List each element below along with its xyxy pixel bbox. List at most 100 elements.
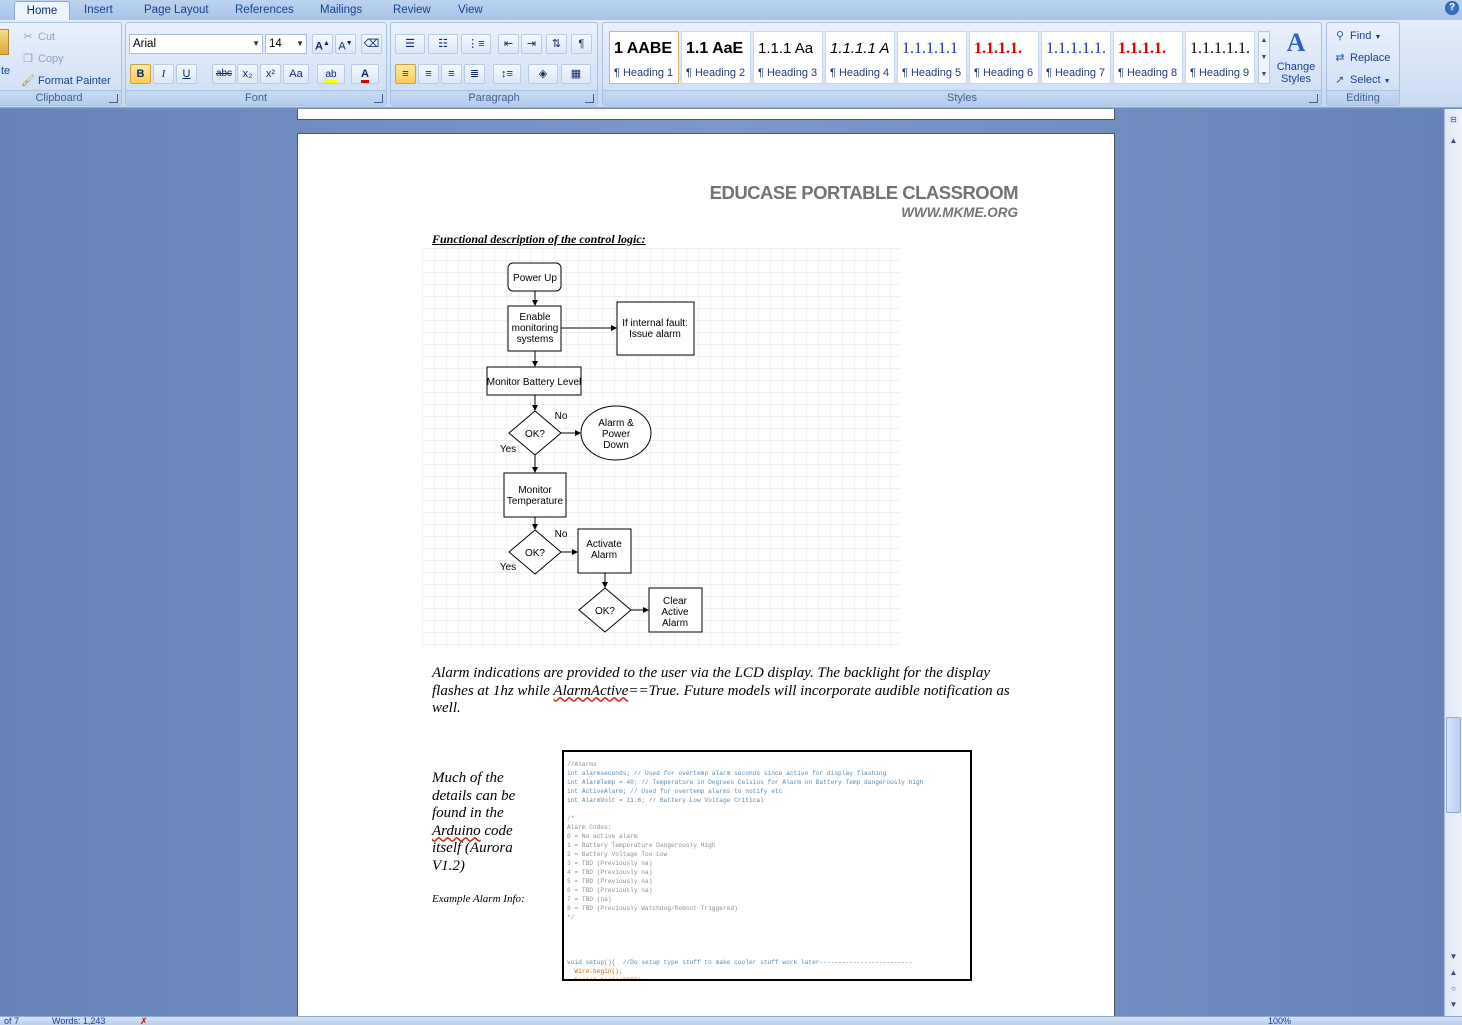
monitor-temp-line1: Monitor	[518, 485, 552, 496]
font-size-combo[interactable]: 14 ▼	[265, 34, 307, 54]
word-count[interactable]: Words: 1,243	[52, 1017, 105, 1025]
styles-group-label: Styles	[603, 90, 1321, 105]
format-painter-button[interactable]: 🖌 Format Painter	[21, 74, 111, 87]
scissors-icon: ✂	[23, 31, 33, 43]
tab-view[interactable]: View	[452, 1, 489, 20]
tab-home[interactable]: Home	[14, 1, 70, 20]
help-icon[interactable]: ?	[1445, 1, 1459, 15]
chevron-down-icon: ▼	[296, 39, 304, 48]
find-button[interactable]: ⚲ Find ▼	[1333, 29, 1381, 42]
style-heading-9[interactable]: 1.1.1.1.1. ¶ Heading 9	[1185, 31, 1255, 84]
ruler-toggle-icon[interactable]: ⊟	[1446, 113, 1461, 127]
decrease-indent-button[interactable]: ⇤	[498, 34, 519, 54]
scroll-down-arrow-icon[interactable]: ▼	[1446, 950, 1461, 964]
increase-indent-button[interactable]: ⇥	[521, 34, 542, 54]
line-spacing-button[interactable]: ↕≡	[493, 64, 521, 84]
style-heading-7[interactable]: 1.1.1.1.1. ¶ Heading 7	[1041, 31, 1111, 84]
replace-button[interactable]: ⇄ Replace	[1333, 51, 1390, 64]
change-styles-label: Change Styles	[1276, 61, 1316, 85]
style-heading-3[interactable]: 1.1.1 Aa ¶ Heading 3	[753, 31, 823, 84]
clipboard-dialog-launcher-icon[interactable]	[109, 94, 118, 103]
superscript-button[interactable]: x²	[260, 64, 281, 84]
style-sample: 1.1.1.1.	[974, 40, 1022, 57]
page-count[interactable]: of 7	[4, 1017, 19, 1025]
styles-dialog-launcher-icon[interactable]	[1309, 94, 1318, 103]
underline-button[interactable]: U	[176, 64, 197, 84]
tab-mailings[interactable]: Mailings	[314, 1, 368, 20]
select-browse-object-icon[interactable]: ○	[1446, 982, 1461, 996]
style-heading-1[interactable]: 1 AABE ¶ Heading 1	[609, 31, 679, 84]
bullets-button[interactable]: ☰	[395, 34, 425, 54]
cut-button[interactable]: ✂ Cut	[21, 30, 55, 43]
align-center-button[interactable]: ≡	[418, 64, 439, 84]
font-color-button[interactable]: A	[351, 64, 379, 84]
borders-button[interactable]: ▦	[561, 64, 591, 84]
change-styles-button[interactable]: A Change Styles	[1275, 25, 1317, 91]
paste-icon[interactable]	[0, 29, 9, 55]
shrink-font-button[interactable]: A▼	[335, 34, 356, 54]
style-sample: 1.1.1.1.1.	[1190, 40, 1250, 57]
code-screenshot[interactable]: //Alarms int alarmseconds; // Used for ov…	[562, 750, 972, 981]
temperature-ok-label: OK?	[525, 548, 545, 559]
highlight-button[interactable]: ab	[317, 64, 345, 84]
font-group: Arial ▼ 14 ▼ A▲ A▼ ⌫ B I U abc x₂ x² Aa ab…	[125, 22, 387, 106]
side-text-1: Much of the details can be found in the	[432, 770, 516, 821]
style-name: ¶ Heading 5	[902, 67, 962, 79]
paragraph-group: ☰ ☷ ⋮≡ ⇤ ⇥ ⇅ ¶ ≡ ≡ ≡ ≣ ↕≡ ◈ ▦ Paragraph	[390, 22, 598, 106]
style-heading-8[interactable]: 1.1.1.1. ¶ Heading 8	[1113, 31, 1183, 84]
document-area[interactable]: EDUCASE PORTABLE CLASSROOM WWW.MKME.ORG …	[0, 109, 1444, 1016]
code-line: //Alarms	[567, 761, 597, 768]
multilevel-list-button[interactable]: ⋮≡	[461, 34, 491, 54]
subscript-button[interactable]: x₂	[237, 64, 258, 84]
style-heading-4[interactable]: 1.1.1.1 A ¶ Heading 4	[825, 31, 895, 84]
tab-insert[interactable]: Insert	[78, 1, 119, 20]
font-family-combo[interactable]: Arial ▼	[129, 34, 263, 54]
highlighter-icon: ab	[325, 69, 337, 83]
align-right-button[interactable]: ≡	[441, 64, 462, 84]
bold-button[interactable]: B	[130, 64, 151, 84]
tab-page-layout[interactable]: Page Layout	[138, 1, 215, 20]
italic-button[interactable]: I	[153, 64, 174, 84]
proofing-error-icon[interactable]: ✗	[140, 1017, 148, 1025]
style-heading-5[interactable]: 1.1.1.1.1 ¶ Heading 5	[897, 31, 967, 84]
font-size-value: 14	[269, 38, 282, 50]
scroll-up-arrow-icon[interactable]: ▲	[1446, 134, 1461, 148]
grow-font-button[interactable]: A▲	[312, 34, 333, 54]
justify-button[interactable]: ≣	[464, 64, 485, 84]
show-formatting-button[interactable]: ¶	[571, 34, 592, 54]
monitor-temp-line2: Temperature	[507, 496, 564, 507]
shading-button[interactable]: ◈	[528, 64, 558, 84]
numbering-button[interactable]: ☷	[428, 34, 458, 54]
paragraph-dialog-launcher-icon[interactable]	[585, 94, 594, 103]
battery-yes-label: Yes	[500, 444, 516, 455]
font-dialog-launcher-icon[interactable]	[374, 94, 383, 103]
document-page[interactable]: EDUCASE PORTABLE CLASSROOM WWW.MKME.ORG …	[297, 133, 1115, 1016]
style-heading-2[interactable]: 1.1 AaE ¶ Heading 2	[681, 31, 751, 84]
font-family-value: Arial	[133, 38, 157, 50]
paste-button[interactable]: te	[1, 65, 10, 77]
ribbon: te ✂ Cut ❐ Copy 🖌 Format Painter Clipboard …	[0, 20, 1462, 108]
next-page-icon[interactable]: ▼	[1446, 998, 1461, 1012]
tab-review[interactable]: Review	[387, 1, 437, 20]
zoom-level[interactable]: 100%	[1268, 1017, 1291, 1025]
tab-references[interactable]: References	[229, 1, 300, 20]
style-heading-6[interactable]: 1.1.1.1. ¶ Heading 6	[969, 31, 1039, 84]
sort-button[interactable]: ⇅	[546, 34, 567, 54]
copy-button[interactable]: ❐ Copy	[21, 52, 64, 65]
align-left-button[interactable]: ≡	[395, 64, 416, 84]
previous-page-bottom	[297, 109, 1115, 120]
control-logic-flowchart[interactable]: Power Up Enable monitoring systems If in…	[422, 248, 900, 648]
change-case-button[interactable]: Aa	[283, 64, 309, 84]
previous-page-icon[interactable]: ▲	[1446, 966, 1461, 980]
paint-bucket-icon: ◈	[538, 68, 548, 80]
eraser-icon: ⌫	[363, 38, 380, 50]
scrollbar-thumb[interactable]	[1446, 717, 1461, 813]
chevron-down-icon: ▼	[1374, 34, 1382, 41]
select-button[interactable]: ➚ Select ▼	[1333, 73, 1390, 86]
styles-gallery-scroll[interactable]: ▲ ▼ ▼	[1258, 31, 1270, 84]
strikethrough-button[interactable]: abc	[212, 64, 236, 84]
clear-formatting-button[interactable]: ⌫	[361, 34, 382, 54]
vertical-scrollbar[interactable]: ⊟ ▲ ▼ ▲ ○ ▼	[1444, 109, 1462, 1016]
